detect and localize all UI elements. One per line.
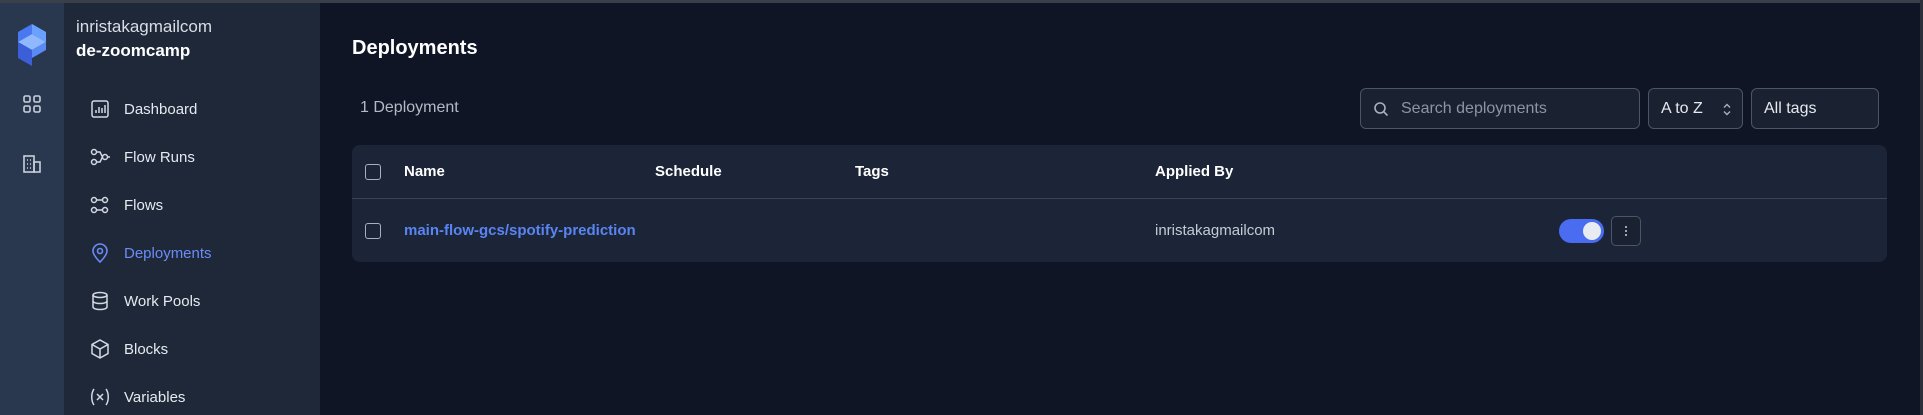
prefect-logo-icon[interactable] — [18, 24, 46, 66]
column-header-name[interactable]: Name — [404, 163, 445, 180]
column-header-applied-by: Applied By — [1155, 163, 1234, 180]
account-switcher[interactable]: inristakagmailcom de-zoomcamp — [76, 16, 306, 64]
row-menu-button[interactable] — [1611, 216, 1641, 246]
sidebar-item-deployments[interactable]: Deployments — [88, 237, 308, 269]
flow-runs-icon — [88, 145, 112, 169]
table-row: main-flow-gcs/spotify-prediction inrista… — [352, 200, 1887, 262]
sidebar-item-label: Work Pools — [124, 292, 201, 310]
deployment-name-link[interactable]: main-flow-gcs/spotify-prediction — [404, 222, 636, 239]
sidebar-item-dashboard[interactable]: Dashboard — [88, 93, 308, 125]
workspace-name: de-zoomcamp — [76, 41, 191, 60]
applied-by-value: inristakagmailcom — [1155, 222, 1276, 239]
sidebar-item-label: Deployments — [124, 244, 212, 262]
database-icon — [88, 289, 112, 313]
page-title: Deployments — [352, 37, 478, 59]
more-vertical-icon — [1625, 226, 1627, 236]
organization-building-icon[interactable] — [16, 148, 48, 180]
deployments-table: Name Schedule Tags Applied By main-flow-… — [352, 145, 1887, 262]
sidebar-item-label: Dashboard — [124, 100, 198, 118]
workspaces-grid-icon[interactable] — [16, 88, 48, 120]
sidebar-item-blocks[interactable]: Blocks — [88, 333, 308, 365]
sidebar-item-flow-runs[interactable]: Flow Runs — [88, 141, 308, 173]
sidebar-item-variables[interactable]: Variables — [88, 381, 308, 413]
dashboard-icon — [88, 97, 112, 121]
sidebar-item-label: Variables — [124, 388, 186, 406]
icon-rail — [0, 3, 64, 415]
map-pin-icon — [88, 241, 112, 265]
column-header-tags: Tags — [855, 163, 889, 180]
sidebar-item-work-pools[interactable]: Work Pools — [88, 285, 308, 317]
sidebar-item-label: Flow Runs — [124, 148, 195, 166]
deployment-count: 1 Deployment — [360, 99, 459, 116]
cube-icon — [88, 337, 112, 361]
select-all-checkbox[interactable] — [365, 164, 381, 180]
flows-icon — [88, 193, 112, 217]
search-icon — [1374, 101, 1389, 116]
sidebar: inristakagmailcom de-zoomcamp Dashboard … — [64, 3, 320, 415]
search-box[interactable] — [1360, 88, 1640, 129]
toggle-knob — [1583, 222, 1601, 240]
table-header: Name Schedule Tags Applied By — [352, 145, 1887, 199]
search-input[interactable] — [1401, 99, 1631, 118]
sort-value: A to Z — [1661, 99, 1703, 117]
main-content: Deployments 1 Deployment A to Z All tags… — [320, 3, 1920, 415]
tags-filter-select[interactable]: All tags — [1751, 88, 1879, 129]
account-name: inristakagmailcom — [76, 17, 213, 36]
tags-filter-value: All tags — [1764, 99, 1817, 117]
sort-select[interactable]: A to Z — [1648, 88, 1743, 129]
sidebar-item-label: Flows — [124, 196, 164, 214]
chevron-up-down-icon — [1723, 103, 1731, 116]
row-checkbox[interactable] — [365, 223, 381, 239]
sidebar-item-flows[interactable]: Flows — [88, 189, 308, 221]
sidebar-item-label: Blocks — [124, 340, 169, 358]
deployment-active-toggle[interactable] — [1559, 219, 1604, 243]
column-header-schedule: Schedule — [655, 163, 722, 180]
variable-icon — [88, 385, 112, 409]
